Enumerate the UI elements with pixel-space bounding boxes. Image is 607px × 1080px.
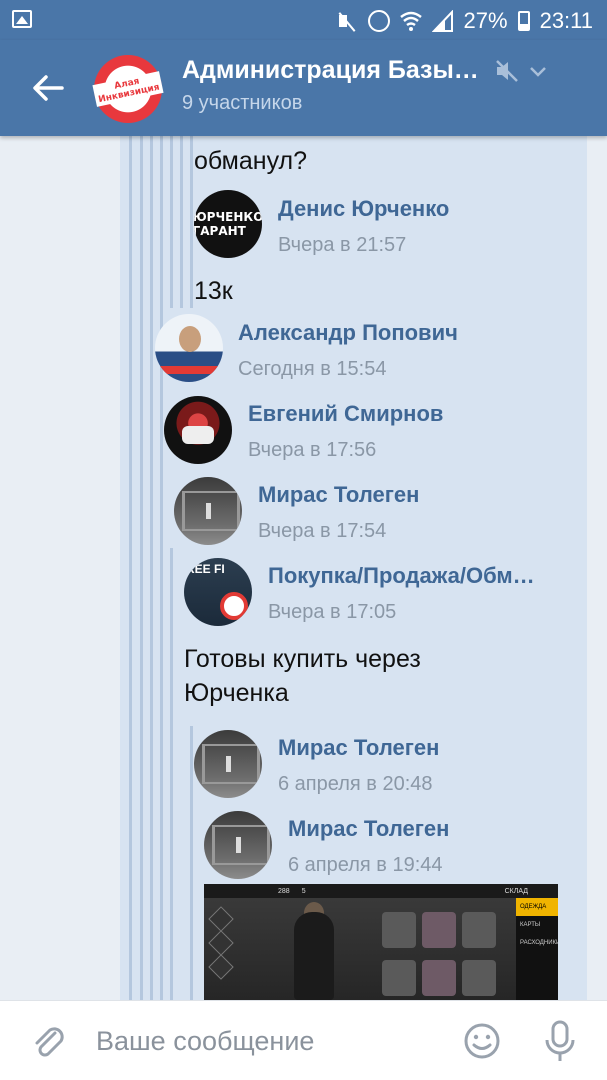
thread-line — [190, 726, 193, 1000]
clock: 23:11 — [539, 8, 593, 33]
chat-avatar[interactable]: Алая Инквизиция — [92, 55, 164, 123]
author-name[interactable]: Евгений Смирнов — [248, 401, 443, 427]
message-text: 13к — [194, 277, 233, 305]
message-time: Вчера в 17:56 — [248, 439, 377, 461]
message-input[interactable] — [96, 1021, 436, 1061]
list-item[interactable]: Александр Попович Сегодня в 15:54 — [155, 314, 458, 382]
mute-icon — [336, 10, 358, 32]
thread-line — [129, 136, 132, 1000]
game-item-slot — [382, 960, 416, 996]
message-time: Вчера в 21:57 — [278, 234, 407, 256]
chevron-down-icon[interactable] — [527, 60, 549, 82]
game-slot-icon — [208, 954, 234, 980]
gallery-icon — [12, 10, 32, 28]
avatar[interactable] — [194, 730, 262, 798]
microphone-icon[interactable] — [542, 1019, 578, 1063]
thread-line — [170, 136, 173, 308]
message-time: 6 апреля в 20:48 — [278, 773, 433, 795]
message-text: Готовы купить через Юрченка — [184, 645, 421, 707]
avatar[interactable]: ЮРЧЕНКО ГАРАНТ — [194, 190, 262, 258]
game-slot-icon — [208, 930, 234, 956]
arrow-left-icon — [33, 75, 64, 101]
emoji-icon[interactable] — [462, 1021, 502, 1061]
game-menu-item: ОДЕЖДА — [516, 898, 558, 916]
list-item[interactable]: Евгений Смирнов Вчера в 17:56 — [164, 396, 443, 464]
chat-header: Алая Инквизиция Администрация Базы… 9 уч… — [0, 40, 607, 136]
avatar[interactable] — [164, 396, 232, 464]
gems-count: 5 — [301, 887, 306, 895]
author-name[interactable]: Мирас Толеген — [288, 816, 449, 842]
list-item[interactable]: ЮРЧЕНКО ГАРАНТ Денис Юрченко Вчера в 21:… — [194, 190, 449, 258]
game-menu-item: РАСХОДНИКИ — [520, 940, 558, 946]
game-slot-icon — [208, 906, 234, 932]
avatar[interactable] — [155, 314, 223, 382]
author-name[interactable]: Александр Попович — [238, 320, 458, 346]
author-name[interactable]: Покупка/Продажа/Обм… — [268, 563, 535, 589]
game-item-slot — [462, 912, 496, 948]
composer — [0, 1000, 607, 1080]
game-character — [294, 912, 334, 1000]
status-bar: 27% 23:11 — [0, 0, 607, 40]
game-item-slot — [462, 960, 496, 996]
list-item[interactable]: Мирас Толеген 6 апреля в 20:48 — [194, 730, 439, 798]
signal-icon — [431, 10, 454, 32]
list-item[interactable]: Мирас Толеген 6 апреля в 19:44 — [204, 811, 449, 879]
list-item[interactable]: Покупка/Продажа/Обм… Вчера в 17:05 — [184, 558, 535, 626]
author-name[interactable]: Денис Юрченко — [278, 196, 449, 222]
coins-count: 288 — [278, 887, 290, 895]
game-menu-item: КАРТЫ — [520, 922, 541, 928]
alarm-icon — [367, 10, 390, 32]
chat-title[interactable]: Администрация Базы… — [182, 56, 479, 85]
paperclip-icon[interactable] — [28, 1021, 68, 1061]
game-screen-title: СКЛАД — [504, 887, 528, 895]
list-item[interactable]: Мирас Толеген Вчера в 17:54 — [174, 477, 419, 545]
message-time: Вчера в 17:05 — [268, 601, 397, 623]
game-item-slot — [422, 960, 456, 996]
battery-icon — [517, 11, 530, 31]
avatar-text: ЮРЧЕНКО ГАРАНТ — [194, 210, 262, 238]
back-button[interactable] — [28, 68, 68, 108]
avatar[interactable] — [204, 811, 272, 879]
message-time: 6 апреля в 19:44 — [288, 854, 443, 876]
muted-speaker-icon — [496, 60, 518, 82]
game-menu: ОДЕЖДА КАРТЫ РАСХОДНИКИ — [516, 898, 558, 1000]
game-item-slot — [382, 912, 416, 948]
thread-line — [170, 548, 173, 1000]
game-item-slot — [422, 912, 456, 948]
battery-percent: 27% — [463, 8, 508, 33]
message-time: Сегодня в 15:54 — [238, 358, 387, 380]
message-text: обманул? — [194, 147, 308, 175]
chat-member-count[interactable]: 9 участников — [182, 92, 302, 115]
message-time: Вчера в 17:54 — [258, 520, 387, 542]
attached-photo[interactable]: 288 5 СКЛАД ОДЕЖДА КАРТЫ РАСХОДНИКИ — [204, 884, 558, 1000]
author-name[interactable]: Мирас Толеген — [258, 482, 419, 508]
thread-line — [160, 466, 163, 1000]
thread-line — [150, 386, 153, 1000]
chat-avatar-text: Алая Инквизиция — [92, 71, 164, 107]
thread-line — [180, 136, 183, 308]
avatar[interactable] — [184, 558, 252, 626]
author-name[interactable]: Мирас Толеген — [278, 735, 439, 761]
message-list[interactable]: обманул? ЮРЧЕНКО ГАРАНТ Денис Юрченко Вч… — [0, 136, 607, 1000]
game-top-bar: 288 5 СКЛАД — [204, 884, 558, 898]
thread-line — [190, 136, 193, 308]
avatar[interactable] — [174, 477, 242, 545]
thread-line — [140, 136, 143, 1000]
wifi-icon — [399, 10, 422, 32]
